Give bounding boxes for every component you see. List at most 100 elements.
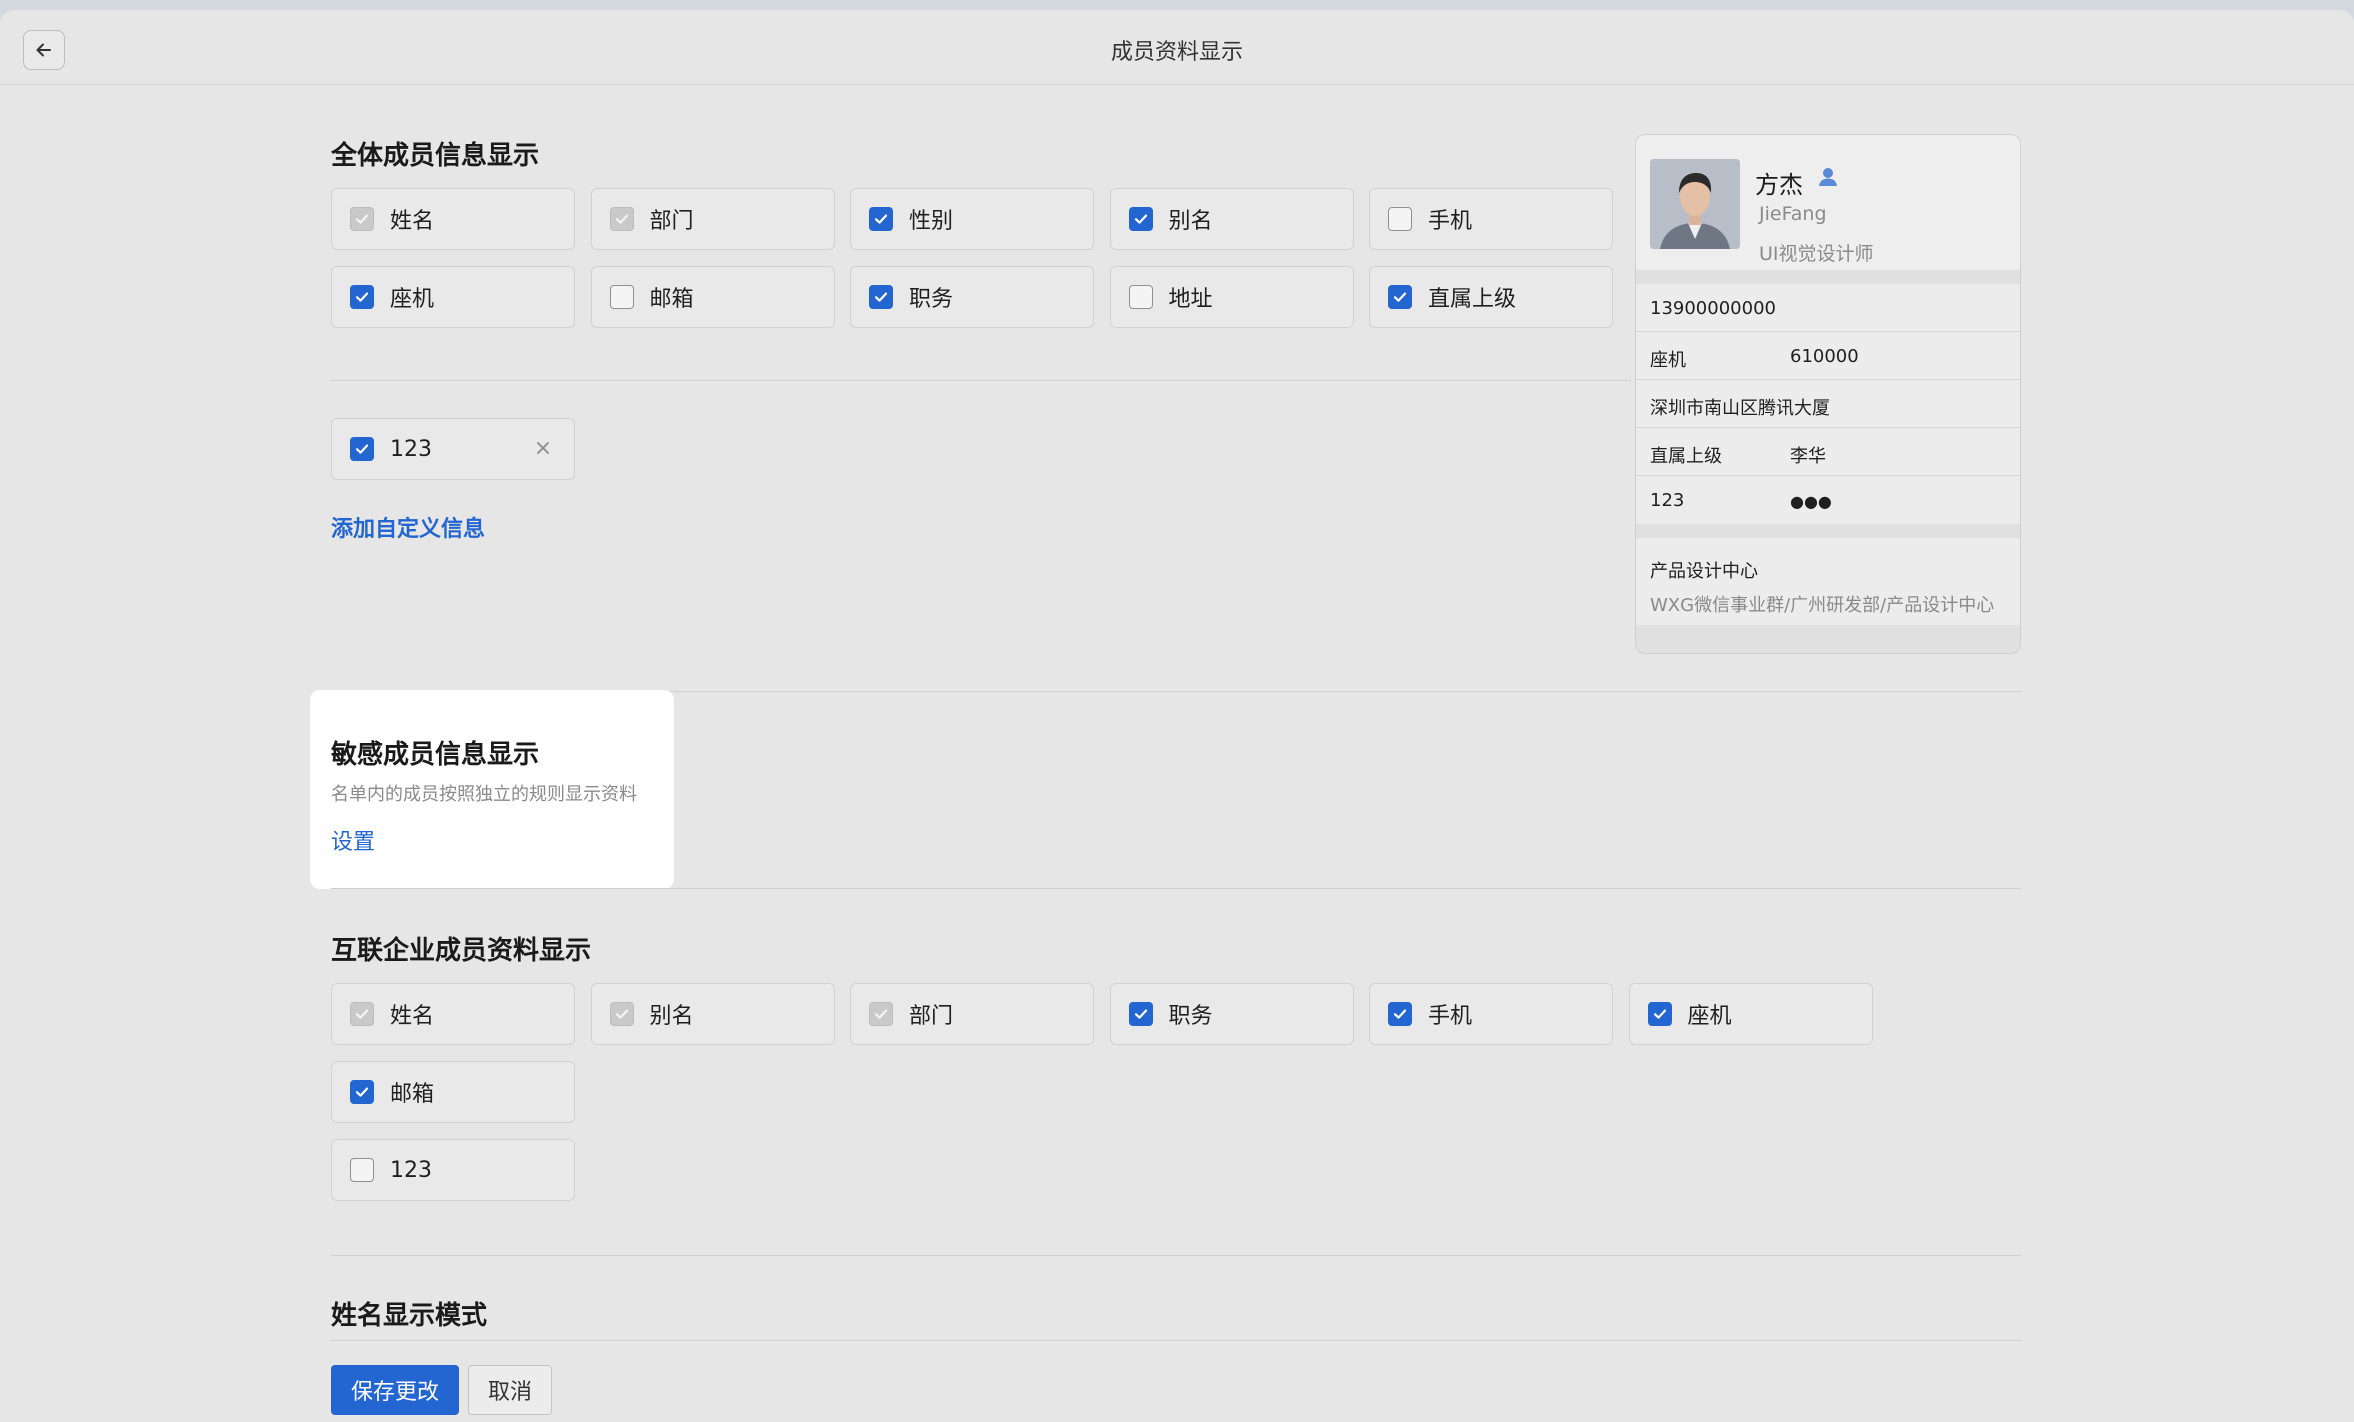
field-option[interactable]: 手机 — [1369, 188, 1613, 250]
checkbox[interactable] — [1128, 207, 1153, 231]
card-manager-value: 李华 — [1790, 446, 1826, 467]
field-option[interactable]: 座机 — [331, 266, 575, 328]
sensitive-section-title: 敏感成员信息显示 — [331, 740, 540, 770]
member-profile-preview-card: 方杰 JieFang UI视觉设计师 13900000000 座机 610000… — [1635, 134, 2021, 654]
checkmark-icon — [874, 292, 888, 302]
field-option-label: 姓名 — [390, 209, 435, 234]
field-option[interactable]: 别名 — [1109, 188, 1354, 250]
checkbox[interactable] — [609, 285, 634, 309]
checkbox[interactable] — [350, 1080, 374, 1104]
field-option-label: 部门 — [909, 1004, 954, 1029]
field-option[interactable]: 别名 — [590, 983, 835, 1045]
checkbox[interactable] — [1128, 285, 1153, 309]
checkbox[interactable] — [869, 207, 893, 231]
field-option[interactable]: 123 — [331, 1139, 575, 1201]
checkmark-icon — [355, 1087, 369, 1097]
custom-field-label: 123 — [390, 436, 432, 462]
card-address-value: 深圳市南山区腾讯大厦 — [1650, 398, 1830, 419]
checkbox[interactable] — [1128, 1002, 1153, 1026]
field-option-label: 手机 — [1428, 1004, 1473, 1029]
field-option-label: 邮箱 — [649, 287, 694, 312]
custom-field-item[interactable]: 123 — [331, 418, 575, 480]
divider — [331, 1340, 2021, 1341]
card-custom-masked-value: ●●● — [1790, 492, 1832, 511]
checkbox[interactable] — [609, 1002, 634, 1026]
checkbox[interactable] — [350, 207, 374, 231]
add-custom-info-link[interactable]: 添加自定义信息 — [331, 511, 485, 543]
field-option-label: 座机 — [390, 287, 435, 312]
card-address-row: 深圳市南山区腾讯大厦 — [1636, 380, 2020, 428]
field-option-label: 地址 — [1168, 287, 1213, 312]
field-option[interactable]: 职务 — [1109, 983, 1354, 1045]
checkmark-icon — [615, 214, 628, 224]
field-option[interactable]: 姓名 — [331, 983, 575, 1045]
checkbox[interactable] — [1388, 285, 1412, 309]
card-landline-key: 座机 — [1650, 350, 1686, 371]
checkmark-icon — [355, 444, 369, 454]
field-option-label: 部门 — [649, 209, 694, 234]
card-custom-row: 123 ●●● — [1636, 476, 2020, 524]
checkbox[interactable] — [350, 1158, 374, 1182]
checkbox[interactable] — [1647, 1002, 1672, 1026]
divider — [331, 380, 1631, 381]
field-option[interactable]: 地址 — [1109, 266, 1354, 328]
card-landline-row: 座机 610000 — [1636, 332, 2020, 380]
field-option-label: 直属上级 — [1428, 287, 1517, 312]
checkbox[interactable] — [350, 285, 374, 309]
field-option[interactable]: 手机 — [1369, 983, 1613, 1045]
checkbox[interactable] — [609, 207, 634, 231]
title-bar: 成员资料显示 — [0, 10, 2354, 85]
save-button[interactable]: 保存更改 — [331, 1365, 459, 1415]
checkbox[interactable] — [1388, 207, 1412, 231]
field-option[interactable]: 职务 — [850, 266, 1094, 328]
divider — [1636, 524, 2020, 538]
checkmark-icon — [615, 1009, 628, 1019]
checkbox[interactable] — [869, 285, 893, 309]
field-option[interactable]: 姓名 — [331, 188, 575, 250]
card-org-name: 产品设计中心 — [1650, 561, 1758, 582]
cancel-button[interactable]: 取消 — [468, 1365, 552, 1415]
field-option[interactable]: 部门 — [850, 983, 1094, 1045]
checkmark-icon — [1134, 214, 1147, 224]
avatar — [1650, 159, 1740, 249]
checkmark-icon — [1393, 1009, 1407, 1019]
close-icon — [537, 442, 549, 454]
card-footer — [1636, 625, 2020, 653]
field-option-label: 性别 — [909, 209, 954, 234]
card-member-alias: JieFang — [1759, 203, 1827, 225]
avatar-portrait-icon — [1650, 159, 1740, 249]
field-option-label: 姓名 — [390, 1004, 435, 1029]
checkmark-icon — [1393, 292, 1407, 302]
checkmark-icon — [355, 1009, 369, 1019]
field-option-label: 职务 — [1168, 1004, 1213, 1029]
sensitive-info-panel: 敏感成员信息显示 名单内的成员按照独立的规则显示资料 设置 — [310, 690, 674, 889]
all-members-section-title: 全体成员信息显示 — [331, 141, 540, 171]
field-option-label: 职务 — [909, 287, 954, 312]
field-option-label: 邮箱 — [390, 1082, 435, 1107]
field-option[interactable]: 邮箱 — [331, 1061, 575, 1123]
divider — [331, 888, 2021, 889]
card-manager-key: 直属上级 — [1650, 446, 1722, 467]
checkbox[interactable] — [869, 1002, 893, 1026]
card-phone-row: 13900000000 — [1636, 284, 2020, 332]
card-custom-key: 123 — [1650, 490, 1685, 511]
field-option[interactable]: 部门 — [590, 188, 835, 250]
divider — [1636, 270, 2020, 284]
field-option[interactable]: 性别 — [850, 188, 1094, 250]
field-option[interactable]: 座机 — [1628, 983, 1873, 1045]
remove-custom-field-button[interactable] — [532, 437, 554, 459]
card-phone-value: 13900000000 — [1650, 298, 1776, 319]
checkbox[interactable] — [350, 1002, 374, 1026]
field-option-label: 别名 — [1168, 209, 1213, 234]
checkbox[interactable] — [1388, 1002, 1412, 1026]
checkmark-icon — [874, 214, 888, 224]
field-option-label: 手机 — [1428, 209, 1473, 234]
card-member-job-title: UI视觉设计师 — [1759, 243, 1874, 265]
field-option[interactable]: 邮箱 — [590, 266, 835, 328]
checkbox[interactable] — [350, 437, 374, 461]
sensitive-setting-link[interactable]: 设置 — [331, 824, 375, 856]
card-landline-value: 610000 — [1790, 346, 1859, 367]
checkmark-icon — [355, 292, 369, 302]
app-window: 成员资料显示 全体成员信息显示 姓名 部门 性别 别名 手机 座机 邮箱 职务 地址 直属上级 1… — [0, 10, 2354, 1422]
field-option[interactable]: 直属上级 — [1369, 266, 1613, 328]
